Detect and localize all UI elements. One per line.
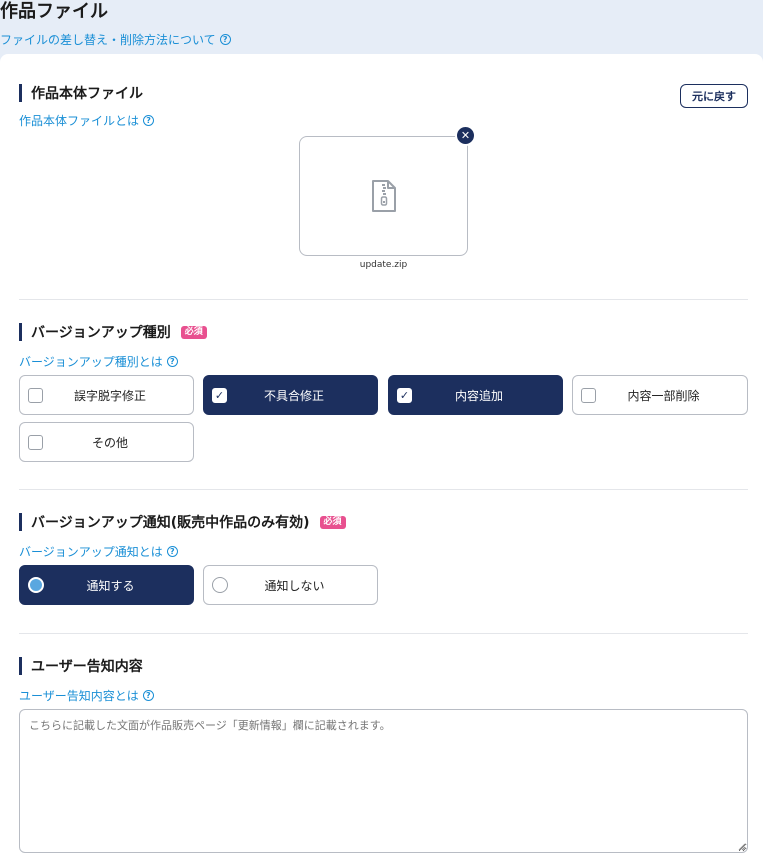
checkbox[interactable]: ✓ [212, 387, 227, 403]
question-icon: ? [166, 356, 178, 367]
question-icon: ? [143, 115, 155, 126]
notify-option-yes[interactable]: 通知する [19, 565, 194, 605]
file-thumbnail[interactable] [299, 136, 468, 256]
checkbox[interactable] [28, 434, 43, 450]
user-notice-textarea[interactable] [19, 709, 748, 853]
checkbox[interactable] [581, 387, 596, 403]
check-icon: ✓ [214, 388, 225, 402]
main-file-help-label: 作品本体ファイルとは [19, 114, 140, 128]
option-label: 内容一部削除 [627, 388, 700, 403]
main-file-help-link[interactable]: 作品本体ファイルとは ? [19, 112, 155, 129]
zip-file-icon [371, 180, 396, 212]
user-notice-help-label: ユーザー告知内容とは [19, 689, 139, 703]
section-divider [19, 299, 748, 300]
page-header: 作品ファイル ファイルの差し替え・削除方法について ? [0, 0, 763, 54]
version-notice-help-label: バージョンアップ通知とは [19, 545, 163, 559]
option-label: その他 [91, 435, 128, 450]
version-type-heading: バージョンアップ種別 [31, 325, 171, 341]
section-heading-version-type: バージョンアップ種別 必須 [19, 323, 207, 341]
form-panel: 作品本体ファイル 元に戻す 作品本体ファイルとは ? ✕ update.zip … [0, 54, 763, 855]
close-icon: ✕ [460, 129, 471, 142]
option-label: 内容追加 [454, 388, 503, 403]
file-replace-help-label: ファイルの差し替え・削除方法について [0, 33, 216, 47]
version-type-help-link[interactable]: バージョンアップ種別とは ? [19, 353, 178, 370]
remove-file-button[interactable]: ✕ [455, 125, 476, 146]
version-notice-heading: バージョンアップ通知(販売中作品のみ有効) [31, 515, 310, 531]
section-heading-user-notice: ユーザー告知内容 [19, 657, 143, 675]
section-divider [19, 633, 748, 634]
main-file-heading: 作品本体ファイル [31, 86, 143, 102]
version-type-option-typo[interactable]: 誤字脱字修正 [19, 375, 194, 415]
check-icon: ✓ [399, 388, 410, 402]
question-icon: ? [142, 690, 154, 701]
option-label: 不具合修正 [263, 388, 324, 403]
version-type-option-other[interactable]: その他 [19, 422, 194, 462]
checkbox[interactable]: ✓ [397, 387, 412, 403]
user-notice-help-link[interactable]: ユーザー告知内容とは ? [19, 687, 154, 704]
required-badge: 必須 [180, 325, 207, 339]
radio-button[interactable] [28, 577, 44, 593]
revert-button[interactable]: 元に戻す [680, 84, 748, 108]
section-divider [19, 489, 748, 490]
section-heading-version-notice: バージョンアップ通知(販売中作品のみ有効) 必須 [19, 513, 346, 531]
notify-option-no[interactable]: 通知しない [203, 565, 378, 605]
option-label: 通知しない [264, 578, 325, 593]
radio-button[interactable] [212, 577, 228, 593]
required-badge: 必須 [319, 515, 346, 529]
user-notice-heading: ユーザー告知内容 [31, 659, 143, 675]
page-title: 作品ファイル [0, 1, 108, 22]
resize-grip-icon[interactable] [737, 842, 746, 851]
file-name: update.zip [359, 260, 408, 270]
question-icon: ? [219, 34, 231, 45]
question-icon: ? [166, 546, 178, 557]
section-heading-main-file: 作品本体ファイル [19, 84, 143, 102]
version-type-option-bugfix[interactable]: ✓ 不具合修正 [203, 375, 378, 415]
checkbox[interactable] [28, 387, 43, 403]
option-label: 通知する [86, 578, 135, 593]
version-type-option-content-add[interactable]: ✓ 内容追加 [388, 375, 563, 415]
version-notice-help-link[interactable]: バージョンアップ通知とは ? [19, 543, 178, 560]
option-label: 誤字脱字修正 [73, 388, 146, 403]
file-replace-help-link[interactable]: ファイルの差し替え・削除方法について ? [0, 31, 231, 48]
version-type-option-content-remove[interactable]: 内容一部削除 [572, 375, 748, 415]
version-type-help-label: バージョンアップ種別とは [19, 355, 163, 369]
